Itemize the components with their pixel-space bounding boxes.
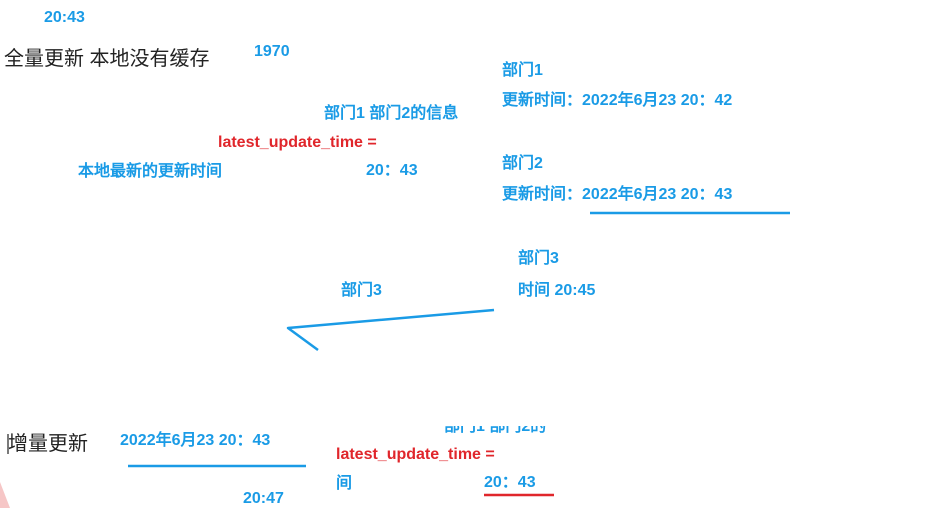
pink-corner-shape (0, 482, 10, 508)
annotation-lines (7, 211, 790, 497)
dept3-arrow (286, 308, 495, 352)
